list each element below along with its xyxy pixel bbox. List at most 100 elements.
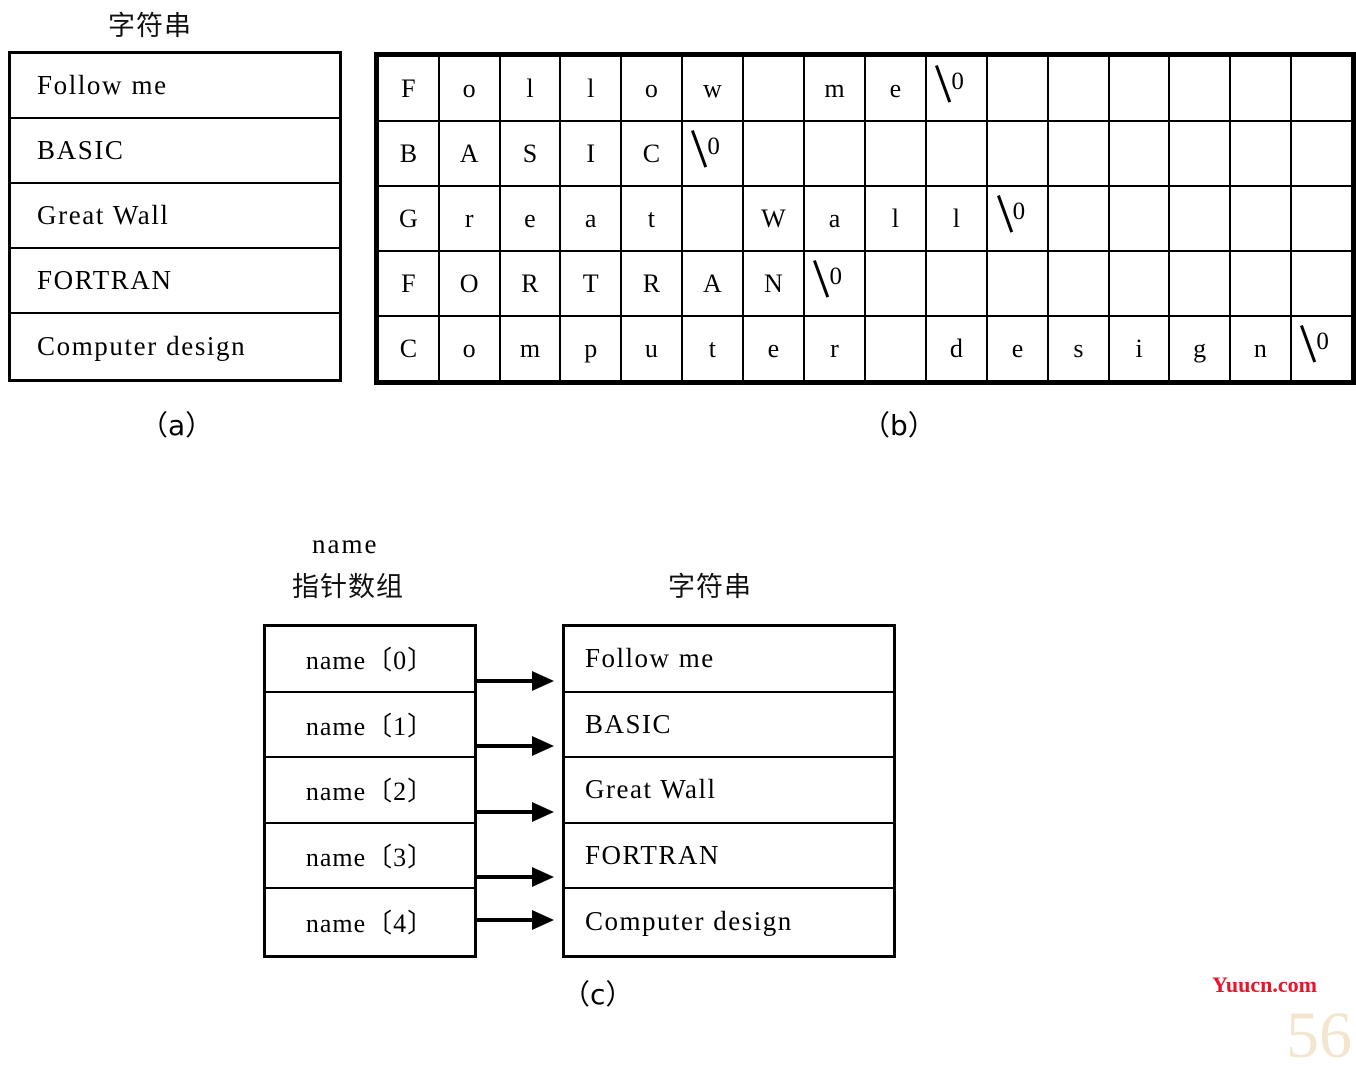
arrow-head-icon	[532, 802, 554, 822]
backslash-stroke	[1300, 325, 1317, 363]
backslash-stroke	[996, 195, 1013, 233]
character-cell	[742, 120, 805, 187]
list-item: name〔3〕	[266, 824, 474, 889]
part-c-pointer-array-heading: 指针数组	[292, 572, 404, 603]
list-item: name〔4〕	[305, 909, 435, 939]
caption-a: （a）	[140, 409, 214, 442]
character-cell: W	[742, 185, 805, 252]
character-cell: o	[620, 55, 683, 122]
character-cell	[985, 120, 1050, 187]
character-cell	[985, 250, 1050, 317]
character-cell	[1229, 250, 1292, 317]
character-cell	[1289, 250, 1354, 317]
list-item: name〔0〕	[266, 627, 474, 693]
character-cell	[1107, 250, 1171, 317]
backslash-stroke	[813, 260, 830, 298]
character-cell: t	[680, 315, 745, 382]
character-cell	[924, 250, 988, 317]
character-cell	[985, 55, 1050, 122]
character-cell: d	[924, 315, 988, 382]
character-cell	[1168, 55, 1232, 122]
list-item: name〔1〕	[266, 693, 474, 758]
character-cell	[1289, 120, 1354, 187]
part-b-character-grid: Follow me0 BASIC0 Great Wall0 FORTRAN0 C…	[374, 52, 1356, 385]
character-cell: l	[559, 55, 623, 122]
part-a-strings-heading: 字符串	[108, 11, 192, 42]
character-cell: R	[498, 250, 562, 317]
character-cell	[742, 55, 805, 122]
table-row: Great Wall	[11, 184, 339, 249]
character-cell: A	[437, 120, 501, 187]
character-cell: 0	[680, 120, 745, 187]
character-cell: m	[498, 315, 562, 382]
character-cell: a	[559, 185, 623, 252]
character-cell: N	[742, 250, 805, 317]
part-c-name-label: name	[312, 529, 379, 559]
null-zero: 0	[707, 133, 720, 160]
null-zero: 0	[1012, 198, 1026, 225]
character-grid-row: Follow me0	[377, 55, 1354, 122]
character-cell	[1047, 55, 1110, 122]
table-row: Follow me	[11, 54, 339, 119]
character-cell: w	[680, 55, 745, 122]
list-item: FORTRAN	[565, 824, 893, 889]
list-item: BASIC	[565, 693, 893, 758]
character-cell: t	[620, 185, 683, 252]
character-grid-row: Great Wall0	[377, 185, 1354, 252]
character-cell: u	[620, 315, 683, 382]
character-cell	[1107, 55, 1171, 122]
character-cell: m	[802, 55, 867, 122]
site-watermark: Yuucn.com	[1212, 972, 1317, 997]
list-item: Computer design	[585, 906, 793, 937]
arrow-head-icon	[532, 736, 554, 756]
null-zero: 0	[829, 263, 842, 290]
character-cell	[924, 120, 988, 187]
null-terminator-glyph: 0	[690, 130, 734, 168]
character-cell: F	[377, 250, 440, 317]
character-cell: 0	[802, 250, 867, 317]
character-cell: e	[742, 315, 805, 382]
character-cell: e	[985, 315, 1050, 382]
character-cell: T	[559, 250, 623, 317]
character-cell: A	[680, 250, 745, 317]
part-c-strings-heading: 字符串	[668, 572, 752, 603]
character-cell: l	[924, 185, 988, 252]
character-cell: e	[498, 185, 562, 252]
character-cell	[1107, 185, 1171, 252]
list-item: Great Wall	[565, 758, 893, 824]
table-row: BASIC	[11, 119, 339, 184]
character-cell: e	[864, 55, 927, 122]
character-cell	[1047, 185, 1110, 252]
character-cell: r	[437, 185, 501, 252]
backslash-stroke	[935, 65, 952, 103]
character-cell	[680, 185, 745, 252]
character-cell: l	[864, 185, 927, 252]
arrow-head-icon	[532, 867, 554, 887]
character-cell: B	[377, 120, 440, 187]
null-terminator-glyph: 0	[812, 260, 856, 298]
character-cell: i	[1107, 315, 1171, 382]
character-cell: G	[377, 185, 440, 252]
character-cell	[1168, 120, 1232, 187]
part-a-string-table: Follow me BASIC Great Wall FORTRAN Compu…	[8, 51, 342, 382]
character-cell	[1289, 185, 1354, 252]
character-cell: a	[802, 185, 867, 252]
null-zero: 0	[1316, 328, 1329, 355]
character-cell: p	[559, 315, 623, 382]
null-zero: 0	[951, 68, 964, 95]
character-cell	[1047, 120, 1110, 187]
character-cell: o	[437, 55, 501, 122]
character-cell: F	[377, 55, 440, 122]
character-cell	[1168, 185, 1232, 252]
caption-b: （b）	[862, 409, 936, 442]
character-cell: 0	[1289, 315, 1354, 382]
character-cell: C	[620, 120, 683, 187]
caption-c: （c）	[562, 978, 634, 1011]
null-terminator-glyph: 0	[996, 195, 1040, 233]
pointer-array-box: name〔0〕 name〔1〕 name〔2〕 name〔3〕 name〔4〕	[263, 624, 477, 958]
character-cell	[864, 120, 927, 187]
character-grid-row: FORTRAN0	[377, 250, 1354, 317]
character-cell	[864, 315, 927, 382]
character-cell	[1229, 120, 1292, 187]
character-cell: r	[802, 315, 867, 382]
